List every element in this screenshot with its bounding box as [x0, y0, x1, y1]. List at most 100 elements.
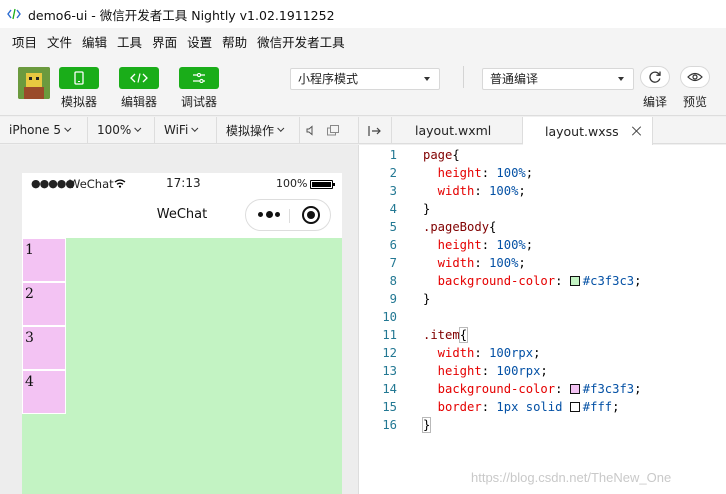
phone-screen: ●●●●● WeChat 17:13 100% WeChat 1 2 3 4: [22, 173, 342, 494]
sim-ops-select[interactable]: 模拟操作: [217, 116, 300, 144]
text-cursor: [467, 327, 469, 341]
code-token: ;: [533, 346, 541, 360]
chevron-down-icon: [191, 124, 199, 132]
caret-down-icon: [618, 77, 624, 81]
menu-edit[interactable]: 编辑: [82, 32, 107, 51]
code-token: 100rpx: [489, 346, 534, 360]
code-token: :: [555, 274, 570, 288]
zoom-select[interactable]: 100%: [88, 116, 155, 144]
sim-ops-select-value: 模拟操作: [226, 123, 275, 138]
code-text: width: 100%;: [423, 254, 526, 272]
code-text: .item{: [423, 326, 469, 344]
code-text: .pageBody{: [423, 218, 496, 236]
code-token: ;: [518, 256, 526, 270]
code-token: height: [423, 166, 482, 180]
code-token: }: [423, 202, 431, 216]
code-token: :: [481, 400, 497, 414]
line-number: 16: [382, 418, 397, 432]
simulator-label: 模拟器: [60, 95, 97, 109]
code-token: height: [423, 364, 482, 378]
carrier-label: WeChat: [69, 177, 114, 191]
code-text: background-color: #f3c3f3;: [423, 380, 642, 398]
menu-tools[interactable]: 工具: [117, 32, 142, 51]
code-text: }: [423, 290, 430, 308]
menu-bar: 项目 文件 编辑 工具 界面 设置 帮助 微信开发者工具: [0, 28, 726, 54]
line-number: 14: [382, 382, 397, 396]
close-target-icon[interactable]: [302, 206, 320, 224]
compile-select[interactable]: 普通编译: [482, 68, 634, 90]
list-item: 4: [22, 370, 66, 414]
debugger-button[interactable]: 调试器: [170, 67, 228, 110]
device-select[interactable]: iPhone 5: [0, 116, 88, 144]
debugger-label: 调试器: [180, 95, 217, 109]
editor-button[interactable]: 编辑器: [110, 67, 168, 110]
battery-icon: [310, 180, 335, 189]
device-select-value: iPhone 5: [9, 123, 61, 137]
code-token: :: [474, 184, 490, 198]
network-select-value: WiFi: [164, 123, 189, 137]
network-select[interactable]: WiFi: [155, 116, 217, 144]
menu-settings[interactable]: 设置: [187, 32, 212, 51]
detach-window-icon[interactable]: [322, 117, 344, 144]
phone-icon: [59, 67, 99, 89]
code-token: height: [423, 238, 482, 252]
line-number: 11: [382, 328, 397, 342]
code-text: }: [421, 416, 432, 434]
code-editor[interactable]: 1 page{2 height: 100%; 3 width: 100%; 4} 5 .p…: [358, 145, 726, 494]
chevron-down-icon: [134, 124, 142, 132]
debug-icon: [179, 67, 219, 89]
menu-wechat-devtools[interactable]: 微信开发者工具: [257, 32, 345, 51]
compile-label: 编译: [642, 95, 667, 109]
close-icon[interactable]: [632, 126, 642, 136]
main-toolbar: 模拟器 编辑器 调试器 小程序模式 普通编译 编译 预览: [0, 54, 726, 116]
code-token: #fff: [582, 400, 613, 414]
menu-project[interactable]: 项目: [12, 32, 37, 51]
toggle-tree-icon[interactable]: [359, 117, 392, 144]
preview-button[interactable]: 预览: [675, 66, 715, 110]
menu-capsule: [245, 199, 331, 231]
code-token: 100%: [496, 166, 526, 180]
code-token: ;: [634, 382, 642, 396]
line-number: 12: [382, 346, 397, 360]
tab-layout-wxml[interactable]: layout.wxml: [393, 117, 523, 144]
editor-tab-bar: layout.wxml layout.wxss: [358, 117, 726, 145]
code-token: }: [423, 292, 431, 306]
battery-percent: 100%: [276, 177, 308, 190]
line-number: 4: [389, 202, 397, 216]
mode-select[interactable]: 小程序模式: [290, 68, 440, 90]
menu-view[interactable]: 界面: [152, 32, 177, 51]
code-token: ;: [525, 238, 534, 252]
code-token: ;: [540, 364, 548, 378]
code-token: width: [423, 256, 475, 270]
chevron-down-icon: [64, 124, 72, 132]
caret-down-icon: [424, 77, 430, 81]
color-swatch: [569, 384, 580, 394]
preview-label: 预览: [682, 95, 707, 109]
color-swatch: [569, 402, 580, 412]
code-token: background-color: [423, 382, 556, 396]
compile-button[interactable]: 编译: [635, 66, 675, 110]
code-token: 100%: [489, 256, 519, 270]
tab-layout-wxss[interactable]: layout.wxss: [523, 117, 653, 145]
code-token: 100%: [489, 184, 519, 198]
code-token: ;: [525, 166, 534, 180]
line-number: 10: [382, 310, 397, 324]
code-token: 1px solid: [496, 400, 570, 414]
menu-help[interactable]: 帮助: [222, 32, 247, 51]
volume-icon[interactable]: [300, 117, 322, 144]
tab-label: layout.wxml: [415, 123, 492, 138]
mode-select-value: 小程序模式: [298, 72, 359, 86]
menu-file[interactable]: 文件: [47, 32, 72, 51]
simulator-button[interactable]: 模拟器: [50, 67, 108, 110]
code-token: .pageBody: [423, 220, 490, 234]
code-token: {: [452, 148, 460, 162]
code-text: background-color: #c3f3c3;: [423, 272, 642, 290]
capsule-divider: [289, 209, 290, 223]
matched-bracket: {: [458, 327, 469, 343]
color-swatch: [569, 276, 580, 286]
code-text: }: [423, 200, 430, 218]
status-time: 17:13: [166, 176, 201, 190]
avatar[interactable]: [18, 67, 50, 99]
code-token: :: [555, 382, 570, 396]
more-icon[interactable]: [258, 210, 280, 220]
